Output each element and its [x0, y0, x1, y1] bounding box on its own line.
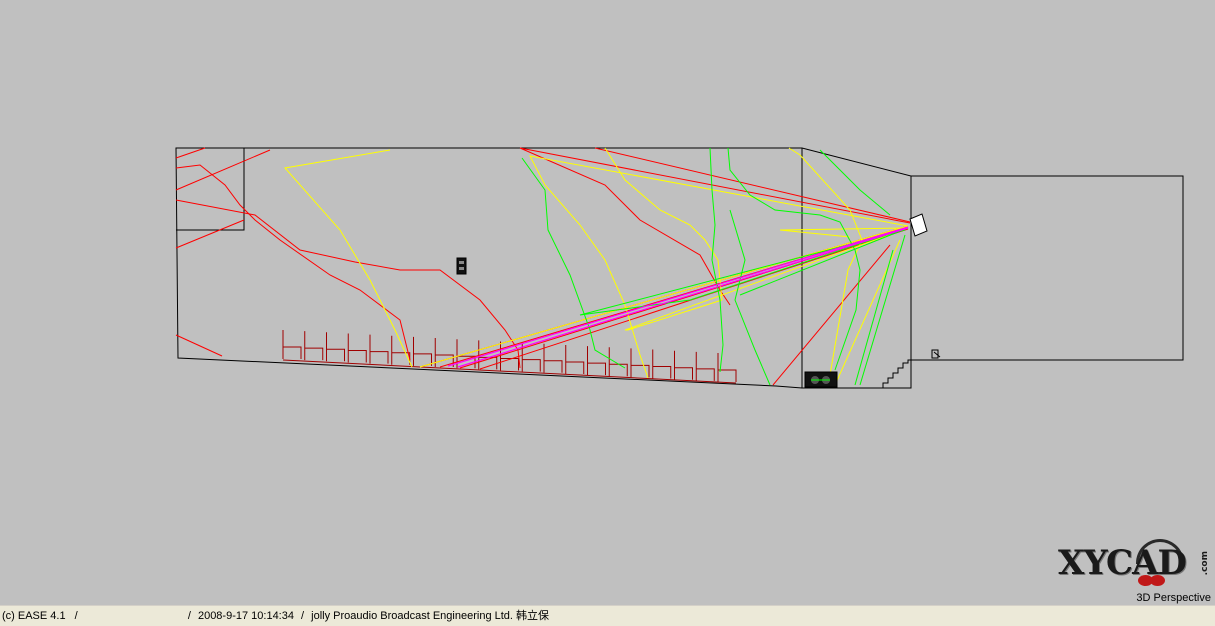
logo-text: XYCAD: [1058, 543, 1187, 583]
seat-icon: [347, 333, 367, 363]
seat-icon: [413, 336, 432, 366]
status-app: (c) EASE 4.1: [2, 610, 66, 622]
balcony-outline: [176, 147, 245, 231]
stage-steps: [882, 359, 911, 388]
status-bar: (c) EASE 4.1 / / 2008-9-17 10:14:34 / jo…: [0, 605, 1215, 626]
status-datetime: 2008-9-17 10:14:34: [197, 610, 294, 622]
red-ray: [175, 164, 411, 361]
seat-icon: [565, 344, 585, 374]
green-ray: [819, 149, 891, 216]
red-ray: [175, 219, 245, 249]
green-ray: [854, 249, 894, 386]
magenta-ray: [457, 227, 909, 368]
logo-dots-icon: [1138, 573, 1165, 591]
magenta-rays: [447, 226, 909, 368]
xycad-logo: XYCAD .com: [1058, 539, 1215, 593]
red-ray: [594, 147, 911, 223]
seat-icon: [608, 347, 628, 377]
green-ray: [859, 234, 906, 386]
yellow-ray: [834, 239, 901, 386]
green-ray: [729, 209, 771, 386]
green-ray: [709, 147, 724, 373]
yellow-ray: [624, 227, 909, 331]
ray-trace-drawing[interactable]: [0, 0, 1215, 605]
red-ray: [175, 334, 223, 357]
seat-icon: [282, 330, 302, 359]
seat-icon: [652, 349, 672, 379]
magenta-ray: [447, 226, 909, 367]
view-mode-label: 3D Perspective: [1136, 592, 1211, 604]
status-separator: /: [187, 610, 191, 622]
red-ray: [175, 147, 206, 159]
seating-rows: [282, 330, 737, 384]
seat-icon: [674, 350, 693, 380]
status-separator: /: [301, 610, 305, 622]
logo-suffix: .com: [1200, 551, 1210, 576]
subwoofer-icon[interactable]: [804, 371, 838, 388]
status-company: jolly Proaudio Broadcast Engineering Ltd…: [311, 610, 550, 622]
seat-icon: [434, 338, 454, 368]
seat-icon: [521, 342, 541, 372]
green-ray: [579, 227, 909, 316]
drawing-viewport[interactable]: XYCAD .com 3D Perspective: [0, 0, 1215, 605]
seat-icon: [695, 351, 715, 381]
seat-icon: [326, 332, 345, 362]
status-separator: /: [74, 610, 78, 622]
stage-outline: [911, 175, 1184, 361]
yellow-ray: [604, 147, 723, 301]
seat-row-base: [282, 359, 737, 384]
seat-icon: [369, 334, 389, 364]
seat-icon: [304, 331, 324, 361]
seat-icon: [543, 343, 563, 373]
listener-icon[interactable]: [456, 257, 467, 275]
loudspeaker-icon[interactable]: [909, 213, 928, 237]
stage-marker-icon: [931, 349, 941, 359]
